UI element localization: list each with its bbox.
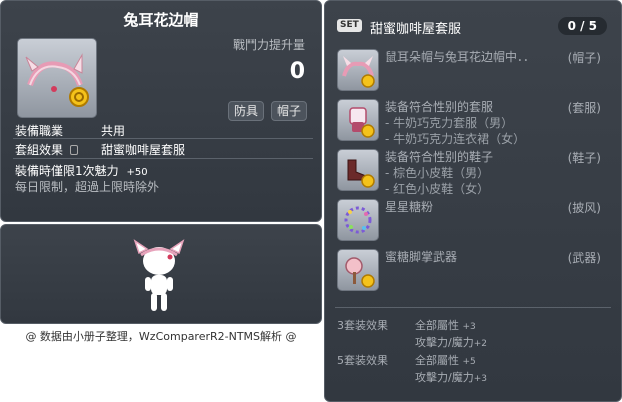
set-item-cape: 星星糖粉 bbox=[385, 199, 433, 215]
charm-limit-label: 裝備時僅限1次魅力 bbox=[15, 164, 119, 178]
tag-armor: 防具 bbox=[228, 101, 265, 121]
effect-stat: 攻擊力/魔力 bbox=[415, 336, 474, 349]
charm-limit-note: 每日限制，超過上限時除外 bbox=[15, 180, 160, 194]
set-item-name: 装备符合性别的鞋子 bbox=[385, 150, 494, 164]
item-info-panel: 兔耳花边帽 戰鬥力提升量 0 防具 帽子 装備職業 共用 套組效果 甜蜜咖啡屋套… bbox=[0, 0, 322, 222]
avatar-preview-panel bbox=[0, 224, 322, 324]
set-item-name: 鼠耳朵帽与兔耳花边帽中．． bbox=[385, 50, 536, 64]
rabbit-ear-hat-icon bbox=[342, 56, 375, 88]
set-item-sub: - 牛奶巧克力套服（男） bbox=[385, 116, 514, 130]
set-item-category: (鞋子) bbox=[567, 151, 601, 165]
item-icon-box bbox=[17, 38, 97, 118]
effect-value: +2 bbox=[473, 339, 487, 349]
divider bbox=[335, 307, 611, 308]
set-item-icon bbox=[337, 199, 379, 241]
set-effect-5-values: 全部屬性 +5 攻擊力/魔力+3 bbox=[415, 353, 487, 387]
set-effect-3-label: 3套装效果 bbox=[337, 319, 388, 332]
rabbit-ear-hat-icon bbox=[25, 53, 89, 107]
shoes-icon bbox=[347, 159, 375, 188]
set-item-category: (套服) bbox=[567, 101, 601, 115]
set-item-sub: - 棕色小皮鞋（男） bbox=[385, 166, 490, 180]
set-title: 甜蜜咖啡屋套服 bbox=[370, 22, 462, 37]
set-effect-3-values: 全部屬性 +3 攻擊力/魔力+2 bbox=[415, 318, 487, 352]
effect-value: +5 bbox=[462, 357, 476, 367]
cape-icon bbox=[344, 206, 372, 234]
set-effect-label: 套組效果 bbox=[15, 143, 64, 157]
set-item-shoes: 装备符合性别的鞋子 - 棕色小皮鞋（男） - 红色小皮鞋（女） bbox=[385, 149, 493, 197]
set-item-sub: - 牛奶巧克力连衣裙（女） bbox=[385, 132, 526, 146]
set-info-panel: SET 甜蜜咖啡屋套服 0 / 5 鼠耳朵帽与兔耳花边帽中．． (帽子) 装备符… bbox=[324, 0, 622, 402]
tag-hat: 帽子 bbox=[271, 101, 308, 121]
power-value: 0 bbox=[289, 59, 305, 84]
effect-stat: 全部屬性 bbox=[415, 354, 459, 367]
effect-value: +3 bbox=[462, 322, 476, 332]
effect-stat: 攻擊力/魔力 bbox=[415, 371, 474, 384]
divider bbox=[13, 158, 313, 159]
set-item-hat: 鼠耳朵帽与兔耳花边帽中．． bbox=[385, 49, 535, 65]
effect-stat: 全部屬性 bbox=[415, 319, 459, 332]
set-item-icon bbox=[337, 49, 379, 91]
job-label: 装備職業 bbox=[15, 124, 64, 138]
item-name: 兔耳花边帽 bbox=[123, 11, 199, 29]
set-item-icon bbox=[337, 249, 379, 291]
set-effect-5-label: 5套装效果 bbox=[337, 354, 388, 367]
lock-icon bbox=[69, 145, 78, 155]
set-badge: SET bbox=[337, 19, 362, 32]
set-item-name: 蜜糖脚掌武器 bbox=[385, 250, 458, 264]
credit-text: @ 数据由小册子整理，WzComparerR2-NTMS解析 @ bbox=[25, 330, 297, 343]
set-effect-value: 甜蜜咖啡屋套服 bbox=[101, 143, 186, 157]
set-item-icon bbox=[337, 99, 379, 141]
set-item-category: (帽子) bbox=[567, 51, 601, 65]
set-item-icon bbox=[337, 149, 379, 191]
set-item-sub: - 红色小皮鞋（女） bbox=[385, 182, 490, 196]
set-item-name: 装备符合性别的套服 bbox=[385, 100, 494, 114]
overall-icon bbox=[349, 107, 375, 138]
set-item-name: 星星糖粉 bbox=[385, 200, 434, 214]
charm-limit-value: +50 bbox=[126, 167, 148, 178]
job-value: 共用 bbox=[101, 124, 126, 138]
set-item-category: (披风) bbox=[567, 201, 601, 215]
weapon-icon bbox=[345, 257, 375, 288]
set-count: 0 / 5 bbox=[557, 17, 607, 35]
power-label: 戰鬥力提升量 bbox=[232, 38, 305, 52]
effect-value: +3 bbox=[473, 374, 487, 384]
set-item-category: (武器) bbox=[567, 251, 601, 265]
set-item-overall: 装备符合性别的套服 - 牛奶巧克力套服（男） - 牛奶巧克力连衣裙（女） bbox=[385, 99, 525, 147]
set-item-weapon: 蜜糖脚掌武器 bbox=[385, 249, 457, 265]
avatar-icon bbox=[133, 239, 185, 311]
